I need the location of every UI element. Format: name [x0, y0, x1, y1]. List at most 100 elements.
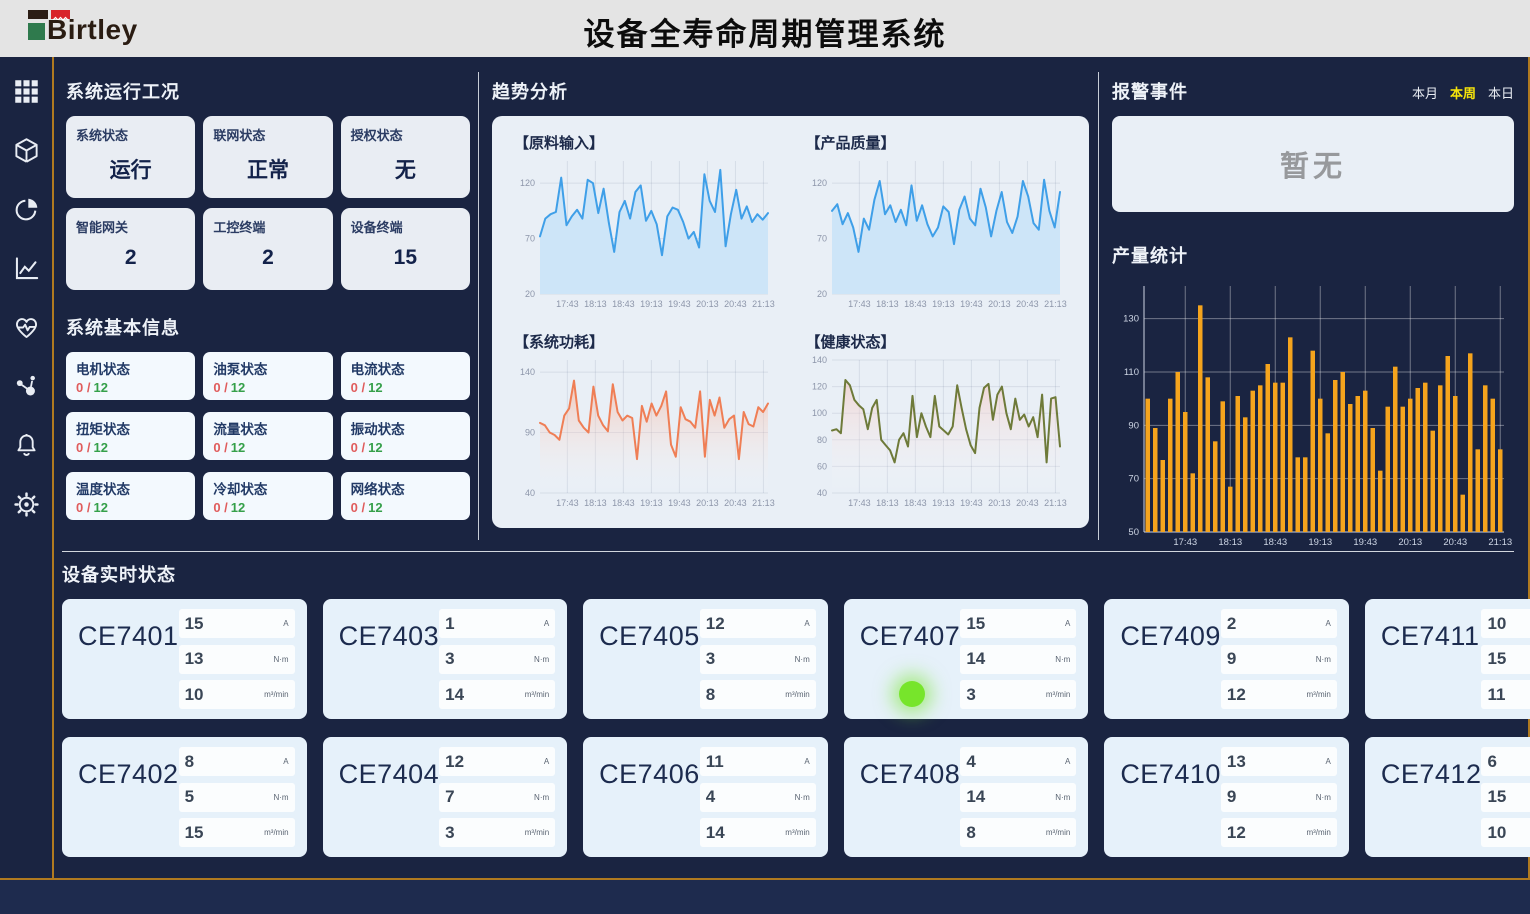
svg-text:18:43: 18:43	[904, 498, 927, 508]
info-card-label: 扭矩状态	[76, 418, 185, 438]
system-power-chart: 409014017:4318:1318:4319:1319:4320:1320:…	[512, 354, 776, 509]
svg-text:19:43: 19:43	[668, 498, 691, 508]
device-card[interactable]: CE7412 6 A 15 N·m 10 m³/min	[1365, 737, 1530, 857]
sidebar-item-apps[interactable]	[12, 77, 40, 105]
current-value: 4	[966, 752, 975, 772]
ok-count: 12	[368, 380, 382, 395]
device-name: CE7409	[1120, 609, 1221, 709]
alarm-period-tabs: 本月 本周 本日	[1412, 83, 1514, 102]
device-flow-row: 14 m³/min	[439, 680, 555, 709]
svg-text:21:13: 21:13	[1044, 498, 1067, 508]
device-card[interactable]: CE7406 11 A 4 N·m 14 m³/min	[583, 737, 828, 857]
device-flow-row: 8 m³/min	[960, 818, 1076, 847]
svg-text:20: 20	[816, 289, 826, 299]
sidebar-item-settings[interactable]	[12, 490, 40, 518]
info-card[interactable]: 振动状态 0 /12	[341, 412, 470, 460]
svg-text:130: 130	[1123, 314, 1139, 325]
svg-text:140: 140	[811, 355, 826, 365]
sidebar-item-analytics[interactable]	[12, 195, 40, 223]
device-values: 15 A 14 N·m 3 m³/min	[960, 609, 1076, 709]
flow-unit: m³/min	[1306, 690, 1330, 699]
device-torque-row: 4 N·m	[700, 783, 816, 812]
device-torque-row: 13 N·m	[179, 645, 295, 674]
status-card[interactable]: 联网状态 正常	[203, 116, 332, 198]
current-unit: A	[544, 757, 549, 766]
info-card-label: 冷却状态	[213, 478, 322, 498]
current-value: 2	[1227, 614, 1236, 634]
device-card[interactable]: CE7410 13 A 9 N·m 12 m³/min	[1104, 737, 1349, 857]
alarm-header: 报警事件 本月 本周 本日	[1112, 78, 1514, 104]
device-card[interactable]: CE7402 8 A 5 N·m 15 m³/min	[62, 737, 307, 857]
sidebar-item-model[interactable]	[12, 136, 40, 164]
info-card[interactable]: 流量状态 0 /12	[203, 412, 332, 460]
info-card[interactable]: 冷却状态 0 /12	[203, 472, 332, 520]
torque-value: 15	[1487, 787, 1506, 807]
device-card[interactable]: CE7403 1 A 3 N·m 14 m³/min	[323, 599, 568, 719]
device-values: 1 A 3 N·m 14 m³/min	[439, 609, 555, 709]
svg-text:120: 120	[811, 178, 826, 188]
svg-text:19:13: 19:13	[932, 498, 955, 508]
torque-value: 3	[445, 649, 454, 669]
flow-value: 15	[185, 823, 204, 843]
section-title-devices: 设备实时状态	[62, 561, 1514, 587]
svg-text:21:13: 21:13	[1488, 537, 1512, 548]
info-card[interactable]: 电机状态 0 /12	[66, 352, 195, 400]
device-flow-row: 14 m³/min	[700, 818, 816, 847]
svg-text:20:13: 20:13	[696, 299, 719, 309]
current-value: 12	[706, 614, 725, 634]
tab-today[interactable]: 本日	[1488, 83, 1514, 102]
status-card[interactable]: 智能网关 2	[66, 208, 195, 290]
sidebar-item-trends[interactable]	[12, 254, 40, 282]
device-current-row: 13 A	[1221, 747, 1337, 776]
info-card-label: 电机状态	[76, 358, 185, 378]
device-values: 15 A 13 N·m 10 m³/min	[179, 609, 295, 709]
current-value: 13	[1227, 752, 1246, 772]
device-card[interactable]: CE7409 2 A 9 N·m 12 m³/min	[1104, 599, 1349, 719]
device-values: 11 A 4 N·m 14 m³/min	[700, 747, 816, 847]
info-card[interactable]: 电流状态 0 /12	[341, 352, 470, 400]
ok-count: 12	[231, 500, 245, 515]
flow-value: 3	[445, 823, 454, 843]
ok-count: 12	[93, 440, 107, 455]
tab-this-week[interactable]: 本周	[1450, 83, 1476, 102]
torque-value: 9	[1227, 649, 1236, 669]
sidebar-item-network[interactable]	[12, 372, 40, 400]
sidebar-item-health[interactable]	[12, 313, 40, 341]
tab-this-month[interactable]: 本月	[1412, 83, 1438, 102]
device-torque-row: 15 N·m	[1481, 645, 1530, 674]
device-name: CE7412	[1381, 747, 1482, 847]
device-card[interactable]: CE7408 4 A 14 N·m 8 m³/min	[844, 737, 1089, 857]
current-unit: A	[544, 619, 549, 628]
info-card[interactable]: 温度状态 0 /12	[66, 472, 195, 520]
current-value: 15	[966, 614, 985, 634]
info-card[interactable]: 油泵状态 0 /12	[203, 352, 332, 400]
status-card[interactable]: 工控终端 2	[203, 208, 332, 290]
info-card[interactable]: 网络状态 0 /12	[341, 472, 470, 520]
device-card[interactable]: CE7407 15 A 14 N·m 3 m³/min	[844, 599, 1089, 719]
device-grid: CE7401 15 A 13 N·m 10 m³/min	[62, 599, 1514, 857]
current-unit: A	[804, 757, 809, 766]
info-card[interactable]: 扭矩状态 0 /12	[66, 412, 195, 460]
alarm-count: 0 /	[351, 440, 365, 455]
status-card[interactable]: 授权状态 无	[341, 116, 470, 198]
device-card[interactable]: CE7405 12 A 3 N·m 8 m³/min	[583, 599, 828, 719]
device-flow-row: 10 m³/min	[179, 680, 295, 709]
flow-value: 8	[966, 823, 975, 843]
torque-unit: N·m	[1316, 793, 1331, 802]
chart-health-status: 【健康状态】 40608010012014017:4318:1318:4319:…	[804, 327, 1070, 516]
status-card[interactable]: 设备终端 15	[341, 208, 470, 290]
dashboard: Birtley 设备全寿命周期管理系统	[0, 0, 1530, 914]
device-card[interactable]: CE7404 12 A 7 N·m 3 m³/min	[323, 737, 568, 857]
section-title-alarm: 报警事件	[1112, 78, 1188, 104]
info-card-counts: 0 /12	[213, 500, 322, 515]
status-card[interactable]: 系统状态 运行	[66, 116, 195, 198]
device-card[interactable]: CE7401 15 A 13 N·m 10 m³/min	[62, 599, 307, 719]
torque-unit: N·m	[273, 655, 288, 664]
svg-text:21:13: 21:13	[752, 498, 775, 508]
sidebar-item-alerts[interactable]	[12, 431, 40, 459]
health-status-chart: 40608010012014017:4318:1318:4319:1319:43…	[804, 354, 1068, 509]
flow-value: 10	[1487, 823, 1506, 843]
device-values: 12 A 7 N·m 3 m³/min	[439, 747, 555, 847]
device-values: 8 A 5 N·m 15 m³/min	[179, 747, 295, 847]
device-card[interactable]: CE7411 10 A 15 N·m 11 m³/min	[1365, 599, 1530, 719]
